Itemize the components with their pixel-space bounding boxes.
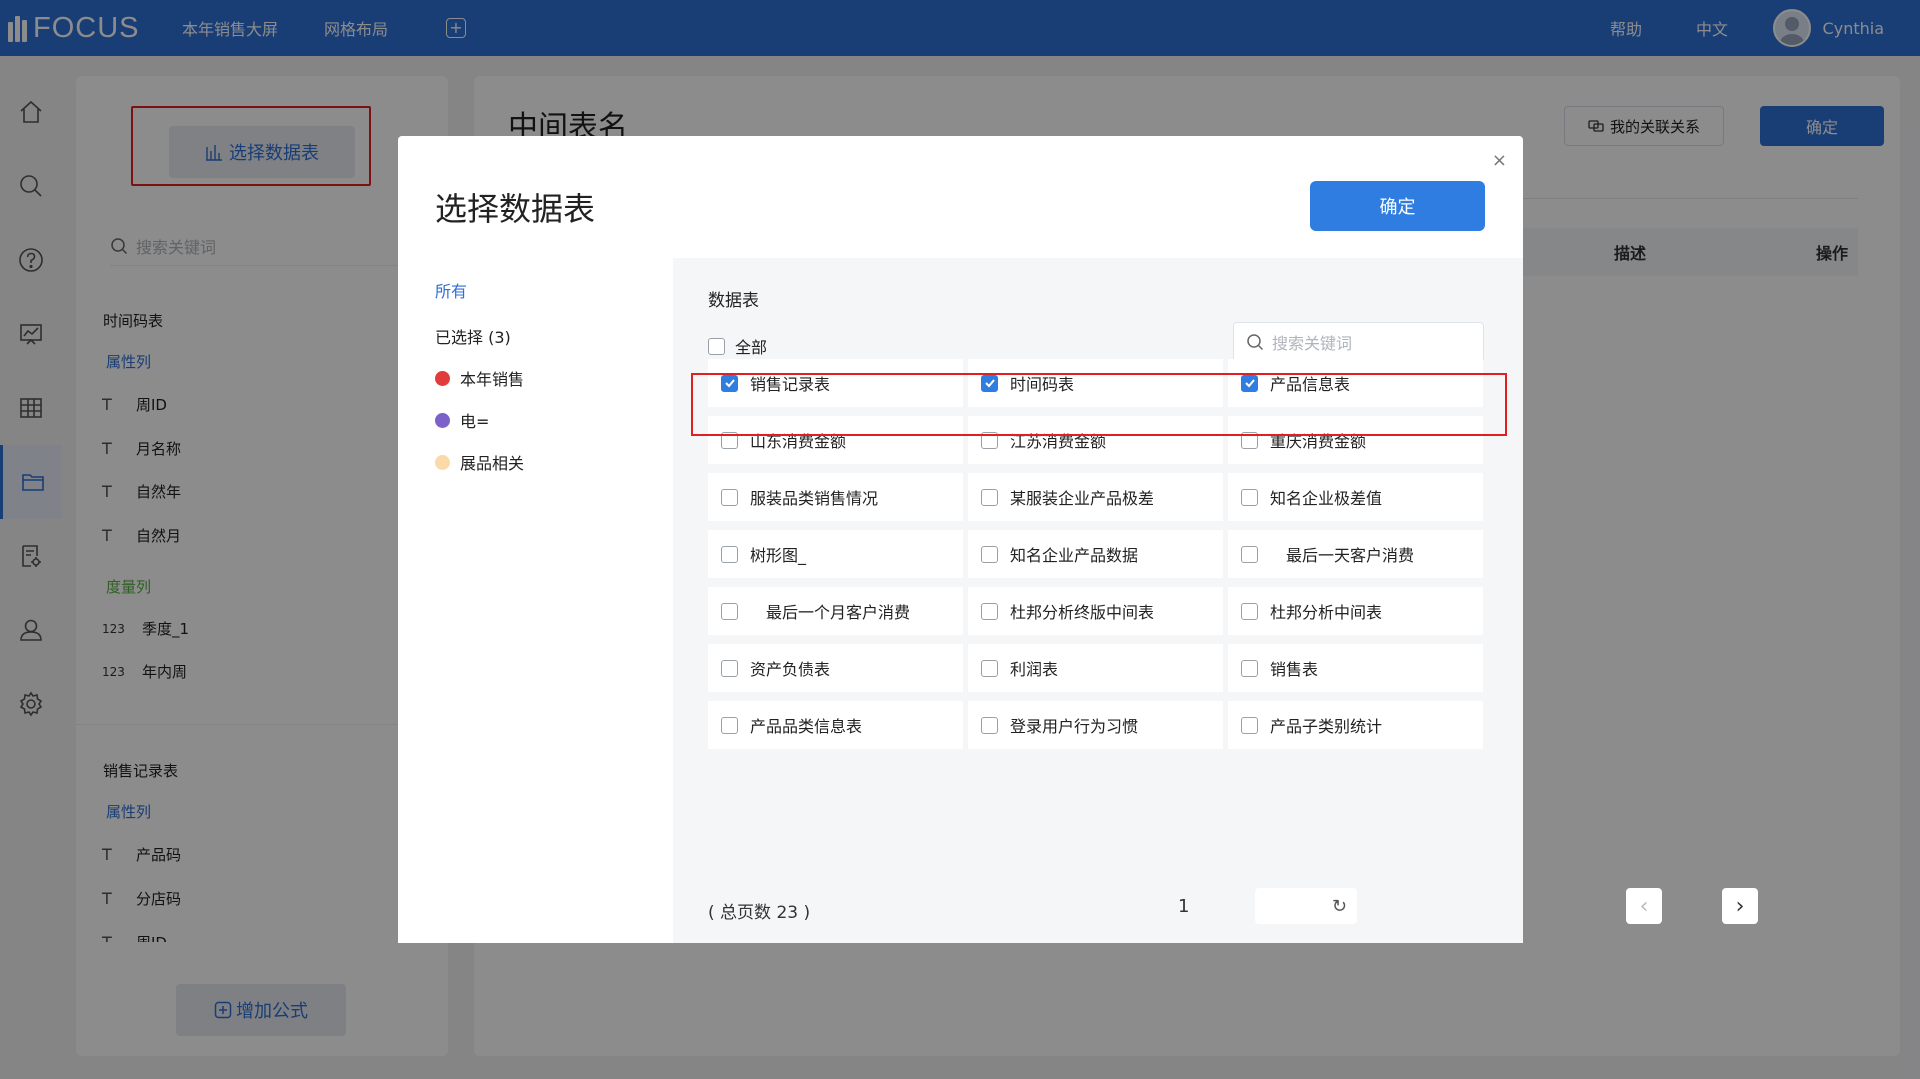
checkbox-icon bbox=[1241, 602, 1258, 620]
checkbox-icon bbox=[1241, 716, 1258, 734]
table-option[interactable]: 产品品类信息表 bbox=[708, 701, 963, 749]
table-option[interactable]: 杜邦分析终版中间表 bbox=[968, 587, 1223, 635]
table-option[interactable]: 树形图_ bbox=[708, 530, 963, 578]
dialog-title: 选择数据表 bbox=[435, 190, 596, 228]
table-option-label: 产品品类信息表 bbox=[750, 717, 863, 736]
checkbox-icon bbox=[708, 337, 725, 355]
dialog-confirm-label: 确定 bbox=[1379, 197, 1416, 218]
table-option[interactable]: 最后一天客户消费 bbox=[1228, 530, 1483, 578]
checkbox-icon bbox=[981, 545, 998, 563]
check-all-checkbox[interactable]: 全部 bbox=[708, 334, 767, 358]
table-picker: 数据表 全部 搜索关键词 销售记录表 时间码表 产品信息表 山东消费金额 江苏消费金额重… bbox=[673, 258, 1758, 943]
category-list: 所有 已选择 (3) 本年销售 电= 展品相关 bbox=[398, 258, 673, 943]
chevron-right-icon: › bbox=[1735, 893, 1745, 919]
checkbox-icon bbox=[721, 545, 738, 563]
checkbox-icon bbox=[981, 602, 998, 620]
section-header: 数据表 bbox=[708, 291, 759, 311]
refresh-icon: ↻ bbox=[1331, 895, 1347, 917]
page-jump-input[interactable]: ↻ bbox=[1255, 888, 1357, 924]
table-option[interactable]: 利润表 bbox=[968, 644, 1223, 692]
color-dot-icon bbox=[435, 412, 450, 428]
table-option-label: 最后一个月客户消费 bbox=[750, 603, 911, 622]
category-label: 展品相关 bbox=[460, 454, 525, 473]
table-option-label: 某服装企业产品极差 bbox=[1010, 489, 1155, 508]
table-option[interactable]: 服装品类销售情况 bbox=[708, 473, 963, 521]
category-all[interactable]: 所有 bbox=[435, 278, 467, 302]
table-option-label: 树形图_ bbox=[750, 546, 807, 565]
color-dot-icon bbox=[435, 370, 450, 386]
prev-page-button[interactable]: ‹ bbox=[1626, 888, 1662, 924]
table-option[interactable]: 销售表 bbox=[1228, 644, 1483, 692]
checkbox-icon bbox=[981, 716, 998, 734]
table-option-label: 销售表 bbox=[1270, 660, 1319, 679]
table-option[interactable]: 杜邦分析中间表 bbox=[1228, 587, 1483, 635]
table-option-label: 资产负债表 bbox=[750, 660, 831, 679]
checkbox-icon bbox=[721, 488, 738, 506]
table-option-label: 最后一天客户消费 bbox=[1270, 546, 1415, 565]
table-option-label: 知名企业产品数据 bbox=[1010, 546, 1139, 565]
select-table-dialog: × 选择数据表 确定 所有 已选择 (3) 本年销售 电= 展品相关 数据表 全… bbox=[398, 136, 1758, 943]
checkbox-icon bbox=[721, 602, 738, 620]
category-group[interactable]: 电= bbox=[435, 408, 489, 432]
table-option-label: 产品子类别统计 bbox=[1270, 717, 1383, 736]
checkbox-icon bbox=[1241, 545, 1258, 563]
table-option-label: 知名企业极差值 bbox=[1270, 489, 1383, 508]
search-placeholder: 搜索关键词 bbox=[1272, 334, 1353, 353]
total-pages: ( 总页数 23 ) bbox=[708, 903, 811, 923]
color-dot-icon bbox=[435, 454, 450, 470]
table-option[interactable]: 登录用户行为习惯 bbox=[968, 701, 1223, 749]
category-label: 已选择 (3) bbox=[435, 328, 511, 347]
table-option-label: 杜邦分析终版中间表 bbox=[1010, 603, 1155, 622]
category-group[interactable]: 展品相关 bbox=[435, 450, 524, 474]
search-icon bbox=[1247, 334, 1264, 351]
checkbox-icon bbox=[721, 716, 738, 734]
next-page-button[interactable]: › bbox=[1722, 888, 1758, 924]
table-option-label: 利润表 bbox=[1010, 660, 1059, 679]
checkbox-icon bbox=[981, 659, 998, 677]
table-search-input[interactable]: 搜索关键词 bbox=[1233, 322, 1484, 362]
close-icon[interactable]: × bbox=[1492, 150, 1507, 171]
checkbox-icon bbox=[1241, 488, 1258, 506]
table-option[interactable]: 最后一个月客户消费 bbox=[708, 587, 963, 635]
table-option-label: 服装品类销售情况 bbox=[750, 489, 879, 508]
category-group[interactable]: 本年销售 bbox=[435, 366, 524, 390]
table-option-label: 登录用户行为习惯 bbox=[1010, 717, 1139, 736]
category-label: 本年销售 bbox=[460, 370, 525, 389]
category-label: 所有 bbox=[435, 282, 468, 301]
current-page[interactable]: 1 bbox=[1178, 896, 1189, 917]
checkbox-icon bbox=[1241, 659, 1258, 677]
table-option[interactable]: 某服装企业产品极差 bbox=[968, 473, 1223, 521]
dialog-confirm-button[interactable]: 确定 bbox=[1310, 181, 1485, 231]
category-label: 电= bbox=[460, 412, 490, 431]
table-option-label: 杜邦分析中间表 bbox=[1270, 603, 1383, 622]
table-option[interactable]: 知名企业极差值 bbox=[1228, 473, 1483, 521]
chevron-left-icon: ‹ bbox=[1639, 893, 1649, 919]
check-all-label: 全部 bbox=[735, 338, 768, 357]
checkbox-icon bbox=[721, 659, 738, 677]
table-option[interactable]: 产品子类别统计 bbox=[1228, 701, 1483, 749]
checkbox-icon bbox=[981, 488, 998, 506]
table-option[interactable]: 知名企业产品数据 bbox=[968, 530, 1223, 578]
table-option[interactable]: 资产负债表 bbox=[708, 644, 963, 692]
highlight-box-selected-tables bbox=[691, 373, 1507, 436]
category-selected[interactable]: 已选择 (3) bbox=[435, 324, 511, 348]
